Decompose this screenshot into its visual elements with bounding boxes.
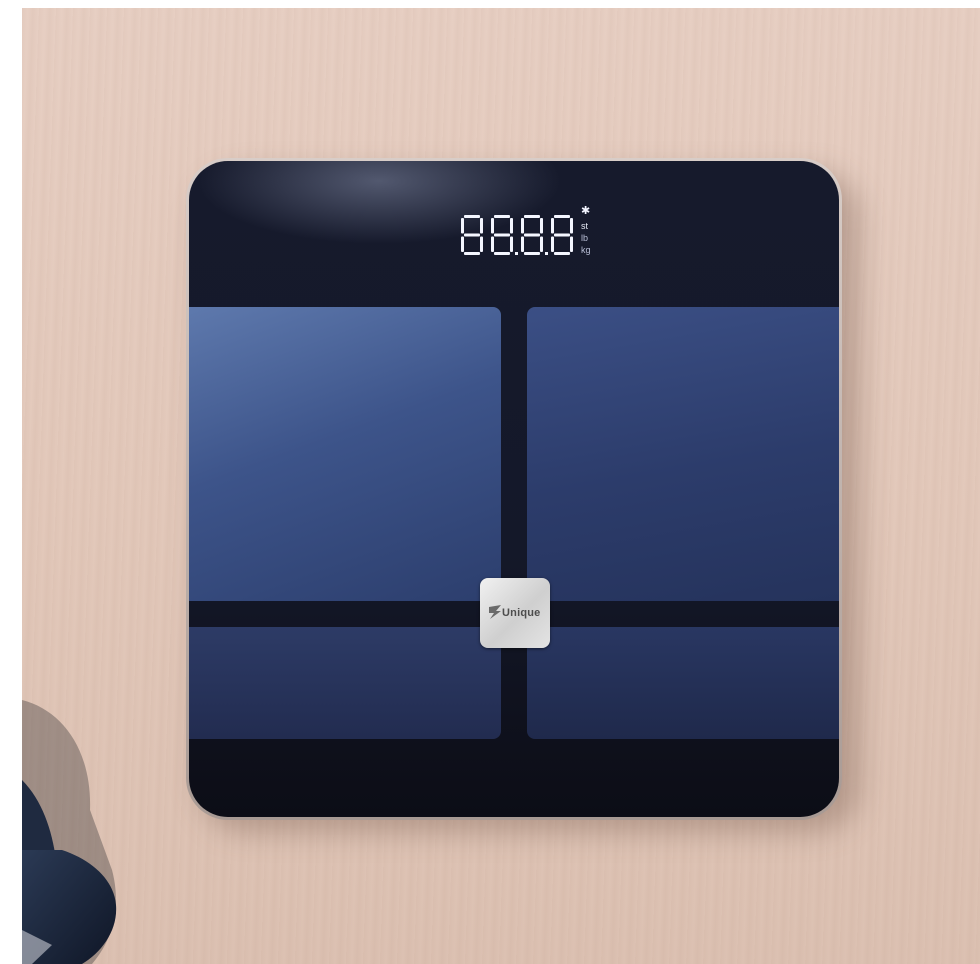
led-segment — [554, 215, 570, 218]
led-segment — [540, 236, 543, 252]
led-weight-display — [459, 207, 599, 267]
led-segment — [570, 236, 573, 252]
electrode-pad-bottom-right — [527, 627, 839, 739]
led-segment — [570, 218, 573, 234]
led-segment — [524, 233, 540, 237]
bathroom-scale: ✱ st lb kg Unique — [186, 158, 842, 820]
led-segment — [510, 236, 513, 252]
led-segment — [494, 215, 510, 218]
led-segment — [464, 233, 480, 237]
led-segment — [524, 215, 540, 218]
led-decimal-point — [515, 252, 518, 255]
electrode-pad-top-left — [189, 307, 501, 601]
led-segment — [551, 218, 554, 234]
scale-glass-top: ✱ st lb kg Unique — [189, 161, 839, 817]
led-segment — [491, 218, 494, 234]
unit-lb-label: lb — [581, 233, 589, 243]
led-segment — [524, 252, 540, 255]
led-segment — [480, 236, 483, 252]
brand-badge: Unique — [480, 578, 550, 648]
led-segment — [464, 215, 480, 218]
led-decimal-point — [545, 252, 548, 255]
electrode-pad-top-right — [527, 307, 839, 601]
led-segment — [494, 252, 510, 255]
led-segment — [491, 236, 494, 252]
led-segment — [464, 252, 480, 255]
led-segment — [554, 252, 570, 255]
brand-logo-icon — [489, 605, 501, 619]
unit-st-label: st — [581, 221, 589, 231]
brand-name: Unique — [502, 607, 541, 619]
led-segment — [510, 218, 513, 234]
led-segment — [494, 233, 510, 237]
led-segment — [521, 236, 524, 252]
led-segment — [461, 218, 464, 234]
led-segment — [554, 233, 570, 237]
electrode-pad-bottom-left — [189, 627, 501, 739]
led-segment — [521, 218, 524, 234]
unit-kg-label: kg — [581, 245, 591, 255]
dumbbell — [22, 700, 132, 964]
led-segment — [480, 218, 483, 234]
led-segment — [551, 236, 554, 252]
led-segment — [461, 236, 464, 252]
seven-segment-digits — [461, 215, 573, 255]
bluetooth-icon: ✱ — [581, 205, 591, 217]
led-segment — [540, 218, 543, 234]
